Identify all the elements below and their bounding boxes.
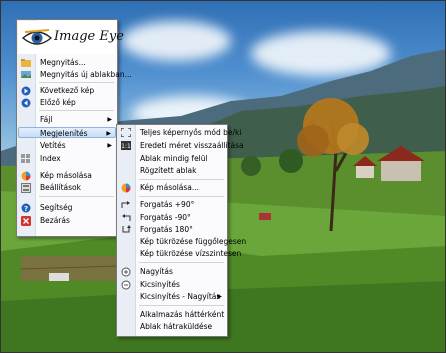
menu-item-fullscreen-toggle[interactable]: Teljes képernyős mód be/ki [118, 127, 241, 138]
color-wheel-icon [21, 171, 31, 180]
menu-item-file[interactable]: Fájl ▶ [18, 114, 116, 125]
menu-item-zoom-in[interactable]: Nagyítás [118, 266, 226, 277]
submenu-arrow-icon: ▶ [107, 116, 112, 123]
menu-item-flip-vertical[interactable]: Kép tükrözése függőlegesen [118, 236, 246, 247]
one-to-one-icon: 1:1 [121, 141, 131, 150]
menu-item-index[interactable]: Index [18, 153, 116, 164]
svg-text:1:1: 1:1 [121, 143, 131, 150]
menu-item-rotate-plus-90[interactable]: Forgatás +90° [118, 199, 226, 210]
menu-item-view[interactable]: Megjelenítés ▶ [18, 127, 116, 138]
menu-item-label: Kép másolása... [140, 183, 200, 192]
menu-item-label: Megnyitás új ablakban... [40, 70, 132, 79]
menu-item-label: Alkalmazás háttérként [140, 310, 225, 319]
menu-item-label: Bezárás [40, 216, 70, 225]
menu-item-help[interactable]: ? Segítség [18, 202, 116, 213]
menu-item-label: Kép tükrözése függőlegesen [140, 237, 247, 246]
submenu-arrow-icon: ▶ [107, 142, 112, 149]
next-icon [21, 86, 31, 95]
grid-icon [21, 154, 31, 163]
menu-item-always-on-top[interactable]: Ablak mindig felül [118, 153, 226, 164]
close-icon [21, 215, 31, 226]
menu-item-previous-image[interactable]: Előző kép [18, 97, 116, 108]
fullscreen-icon [121, 128, 131, 137]
menu-item-next-image[interactable]: Következő kép [18, 85, 116, 96]
color-wheel-icon [121, 183, 131, 192]
menu-item-label: Forgatás +90° [140, 200, 195, 209]
menu-item-label: Kép másolása [40, 171, 92, 180]
menu-item-label: Forgatás -90° [140, 213, 191, 222]
menu-item-label: Eredeti méret visszaállítása [140, 141, 244, 150]
menu-separator [139, 196, 224, 197]
menu-separator [139, 262, 224, 263]
menu-item-zoom-submenu[interactable]: Kicsinyítés - Nagyítás ▶ [118, 291, 226, 302]
menu-separator [39, 110, 114, 111]
menu-item-label: Index [40, 154, 61, 163]
photo-viewer-window: Image Eye Megnyitás... Megnyitás új abla… [0, 0, 446, 353]
menu-item-label: Segítség [40, 203, 73, 212]
menu-separator [139, 305, 224, 306]
menu-item-label: Ablak hátraküldése [140, 322, 213, 331]
submenu-arrow-icon: ▶ [106, 130, 111, 137]
menu-item-label: Következő kép [40, 86, 95, 95]
menu-item-label: Fájl [40, 115, 53, 124]
menu-item-label: Megjelenítés [40, 129, 88, 138]
eye-logo-icon [22, 29, 52, 45]
menu-item-set-as-wallpaper[interactable]: Alkalmazás háttérként [118, 309, 226, 320]
main-context-menu: Image Eye Megnyitás... Megnyitás új abla… [16, 19, 132, 237]
app-logo-text: Image Eye [54, 29, 124, 44]
view-submenu: Teljes képernyős mód be/ki 1:1 Eredeti m… [116, 124, 246, 337]
app-logo: Image Eye [18, 21, 124, 54]
menu-item-send-window-back[interactable]: Ablak hátraküldése [118, 321, 226, 332]
menu-item-label: Rögzített ablak [140, 166, 197, 175]
zoom-in-icon [121, 267, 131, 276]
menu-item-restore-size[interactable]: 1:1 Eredeti méret visszaállítása [118, 140, 244, 151]
submenu-arrow-icon: ▶ [217, 293, 222, 300]
menu-separator [139, 179, 224, 180]
rotate-cw-icon [121, 200, 131, 209]
rotate-180-icon [121, 225, 131, 234]
menu-item-label: Ablak mindig felül [140, 154, 208, 163]
svg-text:?: ? [24, 205, 28, 213]
rotate-ccw-icon [121, 213, 131, 222]
menu-item-settings[interactable]: Beállítások [18, 182, 116, 193]
menu-item-label: Vetítés [40, 141, 66, 150]
open-folder-icon [21, 58, 31, 67]
menu-item-label: Kicsinyítés - Nagyítás [140, 292, 221, 301]
menu-item-label: Teljes képernyős mód be/ki [140, 128, 242, 137]
menu-item-flip-horizontal[interactable]: Kép tükrözése vízszintesen [118, 248, 241, 259]
menu-item-fixed-window[interactable]: Rögzített ablak [118, 165, 226, 176]
menu-item-label: Előző kép [40, 98, 76, 107]
menu-item-label: Forgatás 180° [140, 225, 193, 234]
menu-item-open-new-window[interactable]: Megnyitás új ablakban... [18, 69, 132, 80]
menu-item-label: Beállítások [40, 183, 81, 192]
menu-item-label: Kicsinyítés [140, 280, 180, 289]
menu-item-rotate-minus-90[interactable]: Forgatás -90° [118, 212, 226, 223]
menu-separator [39, 196, 114, 197]
menu-item-label: Kép tükrözése vízszintesen [140, 249, 242, 258]
menu-item-label: Nagyítás [140, 267, 173, 276]
menu-item-slideshow[interactable]: Vetítés ▶ [18, 140, 116, 151]
menu-item-copy-image[interactable]: Kép másolása... [118, 182, 226, 193]
menu-item-close[interactable]: Bezárás [18, 215, 116, 226]
menu-item-open[interactable]: Megnyitás... [18, 57, 116, 68]
menu-separator [39, 82, 114, 83]
menu-item-zoom-out[interactable]: Kicsinyítés [118, 279, 226, 290]
images-icon [21, 70, 31, 79]
menu-item-copy-image[interactable]: Kép másolása [18, 170, 116, 181]
help-icon: ? [21, 203, 31, 213]
menu-item-rotate-180[interactable]: Forgatás 180° [118, 224, 226, 235]
previous-icon [21, 98, 31, 107]
zoom-out-icon [121, 280, 131, 289]
menu-item-label: Megnyitás... [40, 58, 86, 67]
settings-icon [21, 182, 31, 193]
